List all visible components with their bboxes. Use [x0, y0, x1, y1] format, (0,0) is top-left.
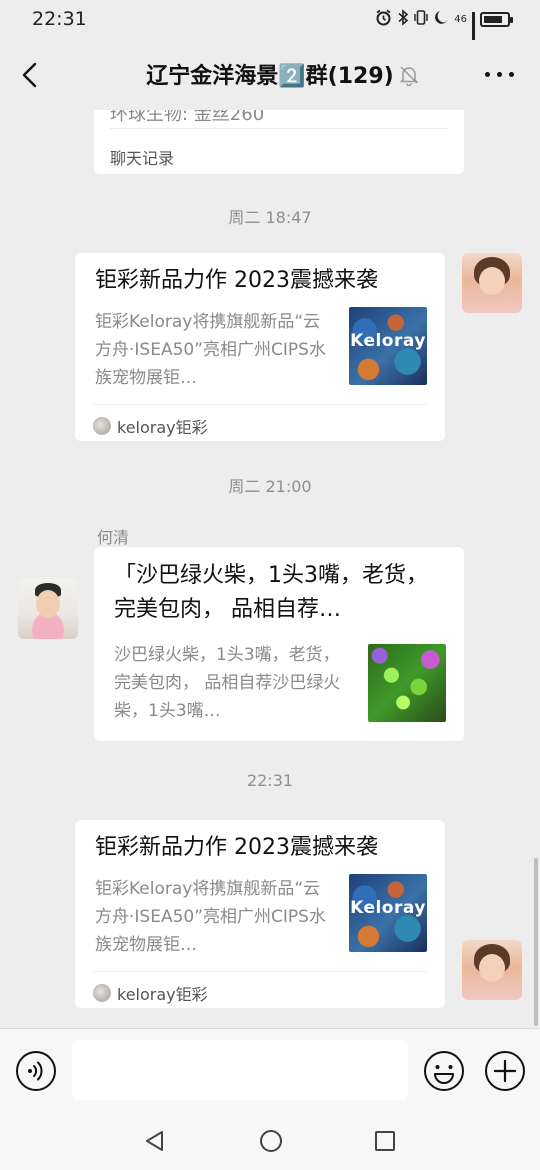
avatar[interactable] [462, 940, 522, 1000]
link-card-title: 「沙巴绿火柴，1头3嘴，老货，完美包肉， 品相自荐… [114, 563, 428, 622]
nav-back-icon[interactable] [142, 1128, 168, 1154]
thumbnail-logo-text: Keloray [350, 331, 426, 351]
system-nav-bar [0, 1112, 540, 1170]
status-icons: 46 [375, 9, 513, 47]
chat-history-label: 聊天记录 [110, 149, 175, 168]
chat-title: 辽宁金洋海景2️⃣群(129) [146, 64, 394, 89]
chat-history-snippet: 环球生物: 金丝260 [110, 110, 265, 125]
source-name: keloray钜彩 [117, 985, 208, 1004]
moon-icon [433, 9, 449, 30]
plus-circle-icon[interactable] [483, 1049, 527, 1093]
link-card[interactable]: 钜彩新品力作 2023震撼来袭 钜彩Keloray将携旗舰新品“云方舟·ISEA… [75, 253, 445, 441]
link-card-title: 钜彩新品力作 2023震撼来袭 [95, 268, 378, 293]
voice-icon[interactable] [15, 1050, 57, 1092]
message-timestamp: 周二 21:00 [228, 477, 312, 496]
link-card[interactable]: 钜彩新品力作 2023震撼来袭 钜彩Keloray将携旗舰新品“云方舟·ISEA… [75, 820, 445, 1008]
link-card-thumbnail: Keloray [349, 874, 427, 952]
source-logo-icon [93, 984, 111, 1002]
more-horizontal-icon[interactable] [485, 62, 514, 86]
scrollbar[interactable] [534, 858, 538, 1026]
message-list[interactable]: 环球生物: 金丝260 聊天记录 周二 18:47 钜彩新品力作 2023震撼来… [0, 110, 540, 1028]
message-input[interactable] [72, 1040, 408, 1100]
vibrate-icon [414, 9, 428, 30]
signal-icon [472, 12, 475, 47]
alarm-icon [375, 9, 392, 30]
chat-header: 辽宁金洋海景2️⃣群(129) [0, 40, 540, 110]
link-card-description: 沙巴绿火柴，1头3嘴，老货，完美包肉， 品相自荐沙巴绿火柴，1头3嘴… [114, 645, 341, 721]
link-card-thumbnail: Keloray [349, 307, 427, 385]
status-bar: 22:31 46 [0, 0, 540, 47]
link-card-source: keloray钜彩 [93, 414, 208, 438]
avatar[interactable] [18, 579, 78, 639]
link-card-description: 钜彩Keloray将携旗舰新品“云方舟·ISEA50”亮相广州CIPS水族宠物展… [95, 879, 326, 955]
status-time: 22:31 [32, 8, 87, 30]
thumbnail-logo-text: Keloray [350, 898, 426, 918]
divider [110, 128, 448, 129]
message-timestamp: 22:31 [246, 771, 294, 790]
source-logo-icon [93, 417, 111, 435]
link-card-title: 钜彩新品力作 2023震撼来袭 [95, 835, 378, 860]
divider [93, 404, 427, 405]
message-timestamp: 周二 18:47 [228, 208, 312, 227]
emoji-icon[interactable] [422, 1049, 466, 1093]
nav-recent-icon[interactable] [372, 1128, 398, 1154]
battery-icon [480, 12, 513, 27]
nav-home-icon[interactable] [258, 1128, 284, 1154]
bell-off-icon [398, 64, 420, 87]
link-card-source: keloray钜彩 [93, 981, 208, 1005]
avatar[interactable] [462, 253, 522, 313]
sender-name: 何清 [97, 528, 130, 547]
input-bar [0, 1028, 540, 1112]
chat-history-card[interactable]: 环球生物: 金丝260 聊天记录 [94, 110, 464, 174]
link-card-description: 钜彩Keloray将携旗舰新品“云方舟·ISEA50”亮相广州CIPS水族宠物展… [95, 312, 326, 388]
source-name: keloray钜彩 [117, 418, 208, 437]
link-card-thumbnail [368, 644, 446, 722]
bluetooth-icon [397, 9, 409, 30]
link-card[interactable]: 「沙巴绿火柴，1头3嘴，老货，完美包肉， 品相自荐… 沙巴绿火柴，1头3嘴，老货… [94, 547, 464, 741]
divider [93, 971, 427, 972]
network-type: 46 [454, 13, 467, 25]
